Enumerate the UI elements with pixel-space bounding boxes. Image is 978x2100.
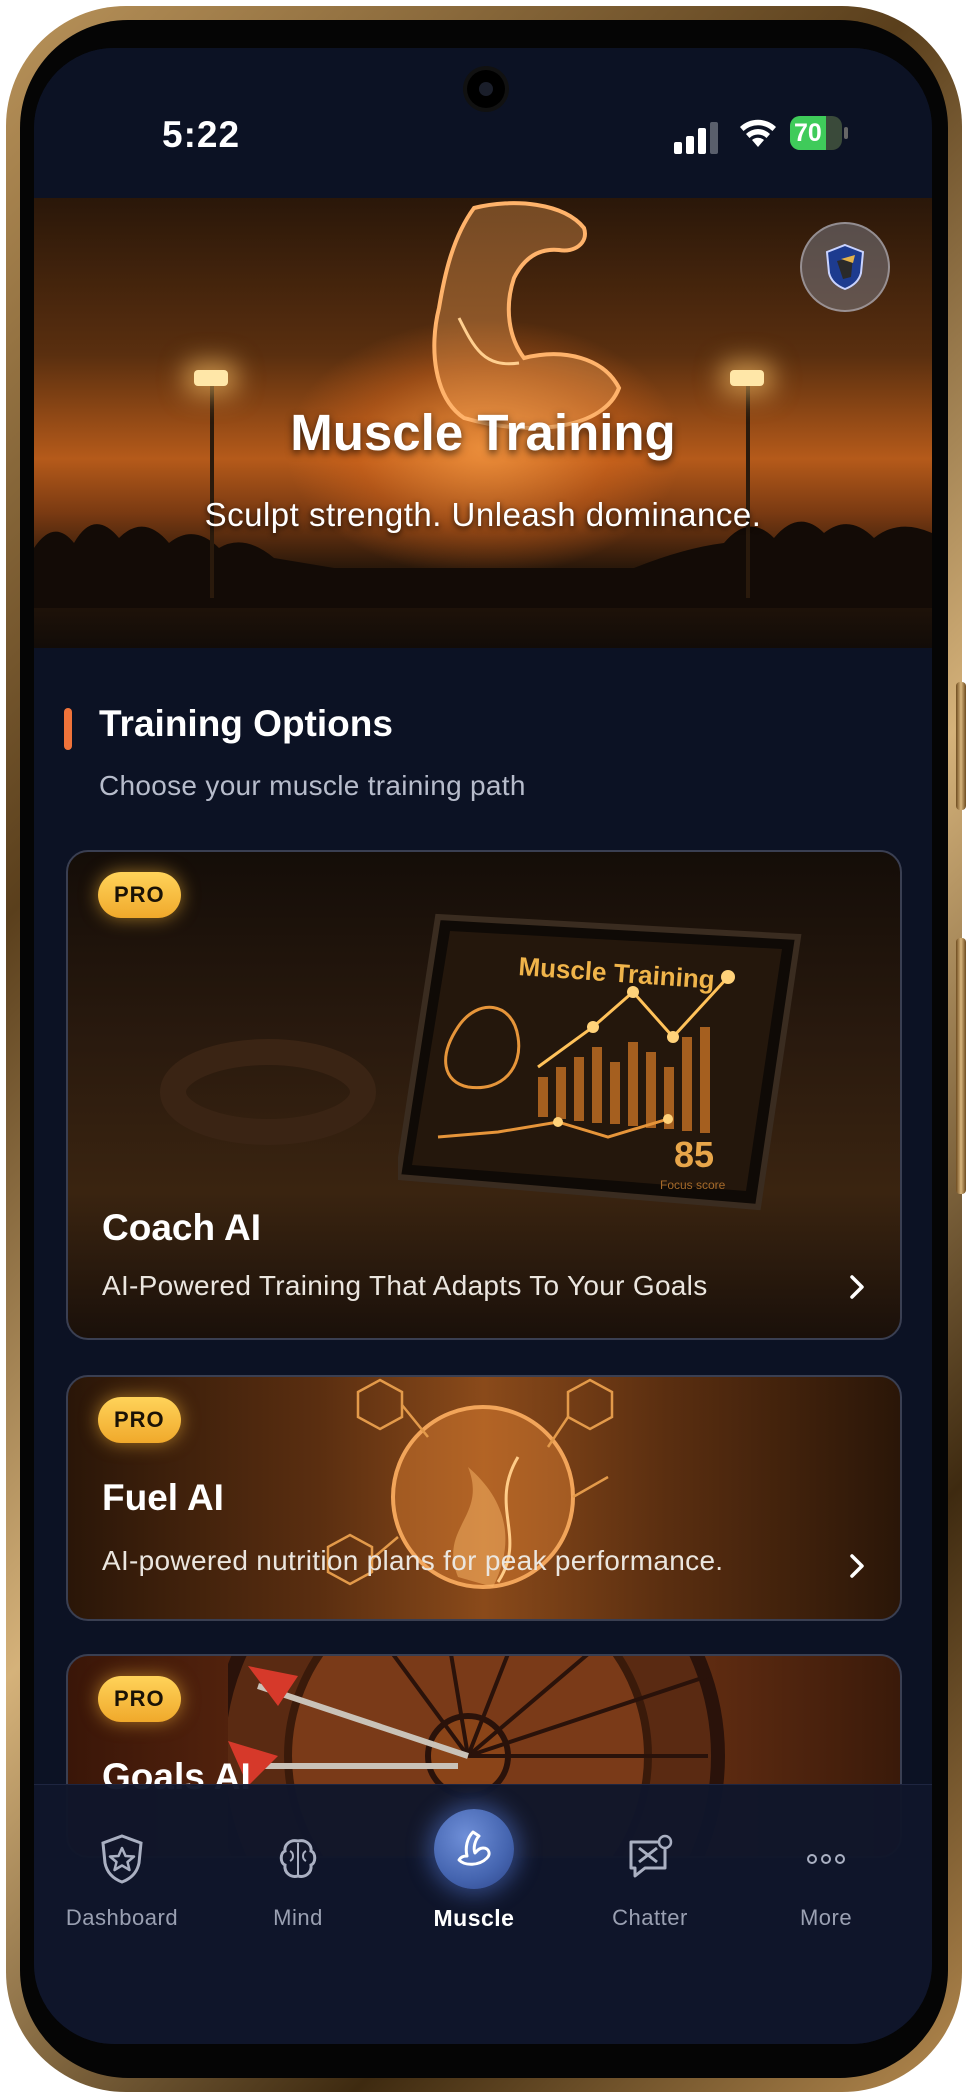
tab-label: Chatter bbox=[612, 1905, 688, 1930]
chevron-right-icon bbox=[850, 1275, 864, 1299]
section-subtitle: Choose your muscle training path bbox=[99, 770, 526, 801]
card-description: AI-powered nutrition plans for peak perf… bbox=[102, 1545, 724, 1576]
card-description: AI-Powered Training That Adapts To Your … bbox=[102, 1270, 708, 1301]
tab-more[interactable]: More bbox=[738, 1785, 914, 1955]
chat-swords-icon bbox=[620, 1829, 680, 1889]
shield-star-icon bbox=[92, 1829, 152, 1889]
tab-label: Mind bbox=[273, 1905, 323, 1930]
pro-badge: PRO bbox=[98, 1676, 181, 1722]
battery-tip bbox=[844, 127, 848, 139]
tab-label: Dashboard bbox=[65, 1905, 179, 1930]
power-button bbox=[956, 938, 966, 1194]
app-screen: 5:22 70 Muscle Training Sculpt strength.… bbox=[34, 48, 932, 2044]
shield-badge-icon bbox=[825, 243, 865, 291]
tab-dashboard[interactable]: Dashboard bbox=[34, 1785, 210, 1955]
fuel-ai-card[interactable]: PRO Fuel AI AI-powered nutrition plans f… bbox=[66, 1375, 902, 1621]
stadium-light bbox=[194, 370, 228, 386]
card-title: Fuel AI bbox=[102, 1477, 224, 1518]
front-camera bbox=[467, 70, 505, 108]
tab-mind[interactable]: Mind bbox=[210, 1785, 386, 1955]
card-title: Coach AI bbox=[102, 1207, 261, 1248]
battery-percent: 70 bbox=[794, 119, 822, 147]
page-title: Muscle Training bbox=[290, 404, 676, 461]
wifi-icon bbox=[740, 119, 776, 147]
bottom-tab-bar: Dashboard Mind Muscle Chatter More bbox=[34, 1784, 932, 2044]
molecule-orb-illustration bbox=[326, 1378, 614, 1589]
volume-button bbox=[956, 682, 966, 810]
brain-icon bbox=[268, 1829, 328, 1889]
pro-badge: PRO bbox=[98, 872, 181, 918]
coach-ai-card[interactable]: Muscle Training 85 Focus score PRO Coach… bbox=[66, 850, 902, 1340]
weight-belt-illustration bbox=[160, 1039, 376, 1145]
tablet-screen-caption: Focus score bbox=[660, 1178, 726, 1192]
stadium-light bbox=[730, 370, 764, 386]
battery-indicator: 70 bbox=[790, 116, 842, 150]
profile-badge-button[interactable] bbox=[800, 222, 890, 312]
tab-chatter[interactable]: Chatter bbox=[562, 1785, 738, 1955]
pro-badge: PRO bbox=[98, 1397, 181, 1443]
page-subtitle: Sculpt strength. Unleash dominance. bbox=[204, 496, 762, 533]
cellular-signal-icon bbox=[674, 118, 722, 154]
section-title: Training Options bbox=[99, 703, 393, 744]
status-bar: 5:22 70 bbox=[34, 48, 932, 198]
tab-muscle[interactable]: Muscle bbox=[386, 1785, 562, 1955]
tab-label: Muscle bbox=[433, 1905, 515, 1931]
tab-label: More bbox=[799, 1905, 853, 1930]
hero-banner: Muscle Training Sculpt strength. Unleash… bbox=[34, 198, 932, 648]
tablet-illustration: Muscle Training 85 Focus score bbox=[398, 913, 802, 1211]
tablet-screen-score: 85 bbox=[674, 1134, 714, 1175]
section-accent-bar bbox=[64, 708, 72, 750]
flexed-arm-icon bbox=[434, 1809, 514, 1889]
more-dots-icon bbox=[796, 1829, 856, 1889]
status-time: 5:22 bbox=[162, 114, 241, 155]
chevron-right-icon bbox=[850, 1554, 864, 1578]
